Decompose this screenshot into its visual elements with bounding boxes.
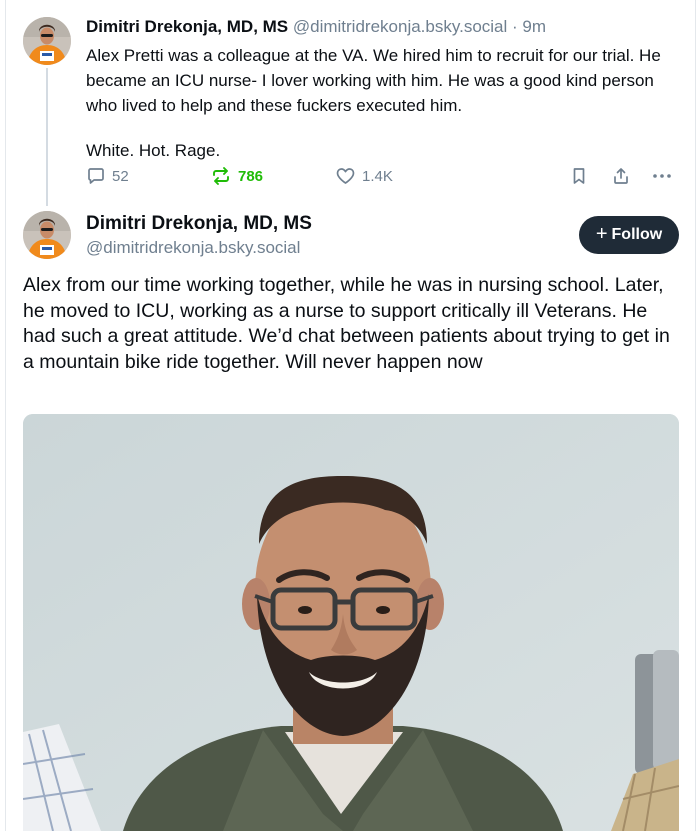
reply-button[interactable]: 52 bbox=[86, 164, 129, 188]
ellipsis-icon bbox=[651, 166, 673, 186]
speech-bubble-icon bbox=[86, 166, 106, 186]
like-button[interactable]: 1.4K bbox=[335, 164, 393, 188]
parent-author-name[interactable]: Dimitri Drekonja, MD, MS bbox=[86, 17, 288, 36]
main-author-handle[interactable]: @dimitridrekonja.bsky.social bbox=[86, 237, 300, 259]
parent-author-handle[interactable]: @dimitridrekonja.bsky.social bbox=[293, 17, 507, 36]
reply-count: 52 bbox=[112, 167, 129, 185]
like-count: 1.4K bbox=[362, 167, 393, 185]
parent-post-paragraph: White. Hot. Rage. bbox=[86, 141, 221, 160]
parent-post-actions: 52 786 1.4K bbox=[86, 164, 686, 188]
parent-author-avatar[interactable] bbox=[23, 17, 71, 65]
repost-button[interactable]: 786 bbox=[210, 164, 263, 188]
thread-connector-line bbox=[46, 68, 48, 206]
parent-post-text: Alex Pretti was a colleague at the VA. W… bbox=[86, 43, 686, 163]
follow-label: Follow bbox=[611, 226, 663, 243]
post-image[interactable] bbox=[23, 414, 679, 831]
heart-icon bbox=[335, 166, 356, 186]
parent-post-header: Dimitri Drekonja, MD, MS @dimitridrekonj… bbox=[86, 16, 546, 38]
parent-post-paragraph: Alex Pretti was a colleague at the VA. W… bbox=[86, 46, 661, 115]
main-post-text: Alex from our time working together, whi… bbox=[23, 274, 670, 373]
plus-icon: + bbox=[595, 223, 608, 245]
repost-count: 786 bbox=[238, 167, 264, 185]
parent-post[interactable]: Dimitri Drekonja, MD, MS @dimitridrekonj… bbox=[0, 0, 700, 206]
bookmark-button[interactable] bbox=[569, 164, 589, 188]
repost-arrows-icon bbox=[210, 166, 232, 186]
bookmark-icon bbox=[569, 166, 589, 186]
header-separator: · bbox=[512, 17, 518, 36]
follow-button[interactable]: + Follow bbox=[579, 216, 679, 254]
main-author-name[interactable]: Dimitri Drekonja, MD, MS bbox=[86, 212, 312, 236]
share-button[interactable] bbox=[611, 164, 631, 188]
main-author-avatar[interactable] bbox=[23, 211, 71, 259]
post-timestamp[interactable]: 9m bbox=[522, 17, 546, 36]
share-icon bbox=[611, 166, 631, 186]
more-options-button[interactable] bbox=[651, 164, 673, 188]
